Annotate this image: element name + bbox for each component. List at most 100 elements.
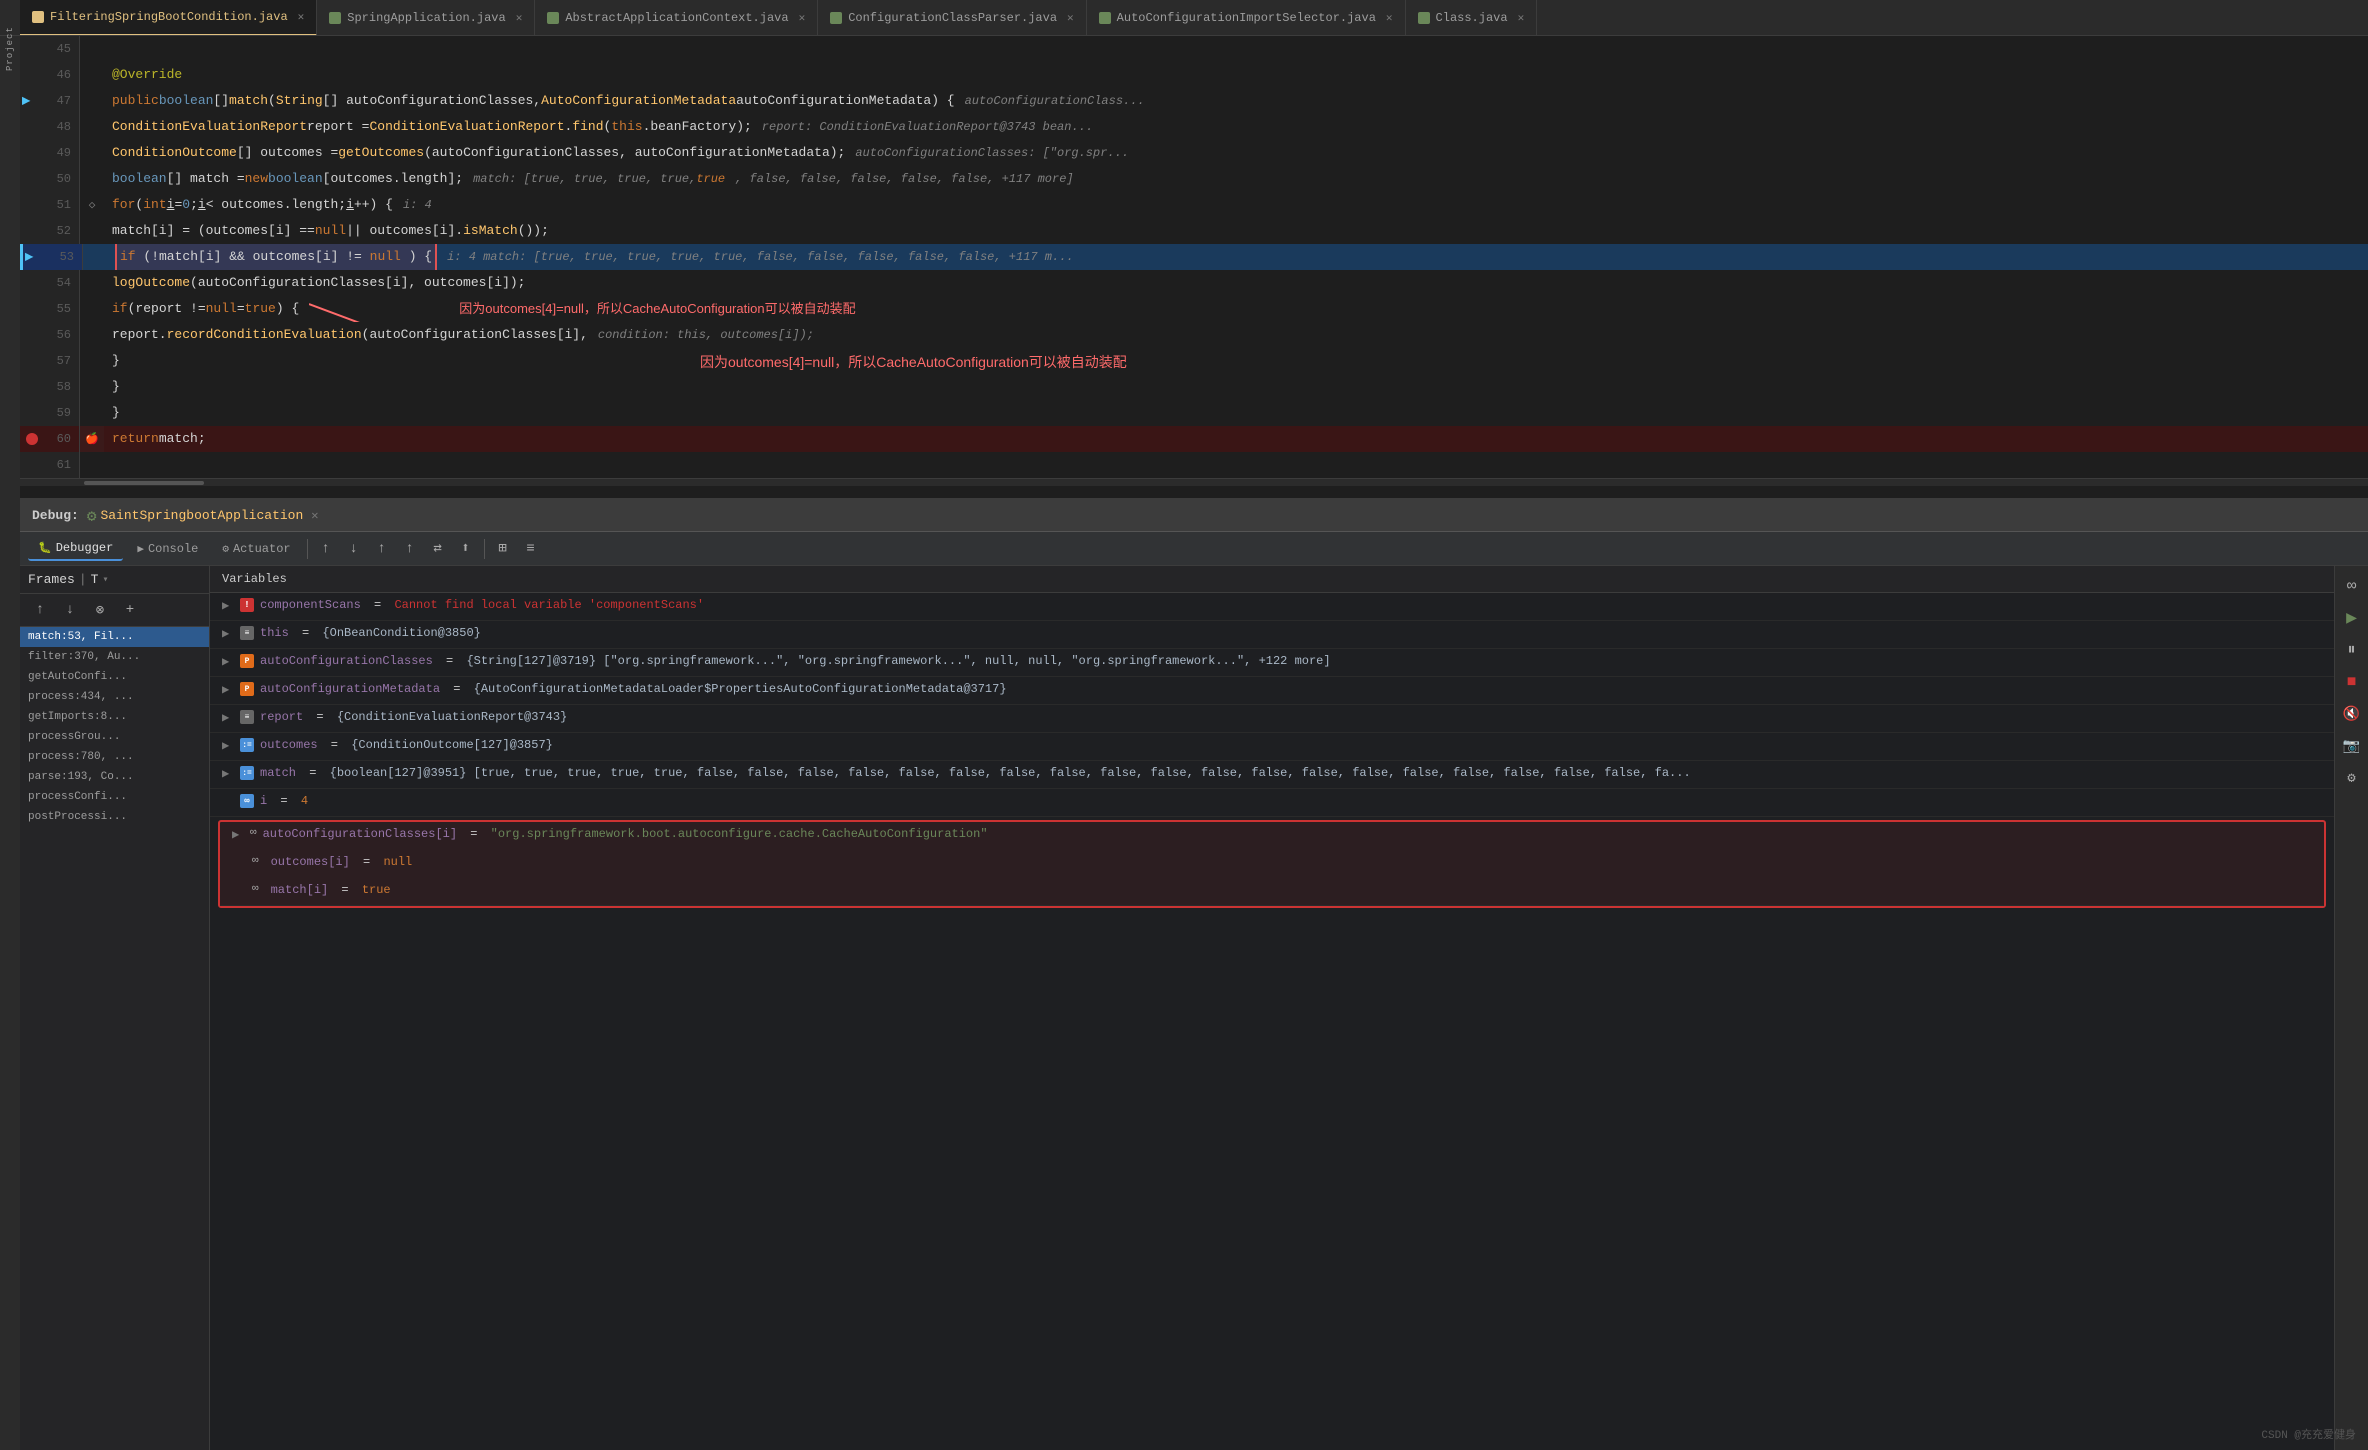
code-line-61: 61: [20, 452, 2368, 478]
code-content-55: if (report != null = true ) {: [104, 296, 2368, 322]
tab-abstract[interactable]: AbstractApplicationContext.java ✕: [535, 0, 818, 36]
thread-dropdown-icon[interactable]: ▾: [102, 574, 108, 586]
gutter-46: [80, 62, 104, 88]
btn-step-into[interactable]: ↓: [342, 537, 366, 561]
gutter-51: ◇: [80, 192, 104, 218]
code-line-49: 49 ConditionOutcome [] outcomes = getOut…: [20, 140, 2368, 166]
tab-class[interactable]: Class.java ✕: [1406, 0, 1538, 36]
gutter-50: [80, 166, 104, 192]
btn-frames-up[interactable]: ↑: [28, 598, 52, 622]
frame-item-8[interactable]: processConfi...: [20, 787, 209, 807]
frame-item-5[interactable]: processGrou...: [20, 727, 209, 747]
expand-acm[interactable]: ▶: [222, 682, 234, 697]
cn-annotation: 因为outcomes[4]=null，所以CacheAutoConfigurat…: [459, 296, 855, 322]
btn-restore-layout[interactable]: ⊞: [491, 537, 515, 561]
expand-componentscans[interactable]: ▶: [222, 598, 234, 613]
tab-spring-application[interactable]: SpringApplication.java ✕: [317, 0, 535, 36]
gutter-47: [80, 88, 104, 114]
btn-resume[interactable]: ▶: [2340, 606, 2364, 630]
code-line-60: 60 🍎 return match;: [20, 426, 2368, 452]
btn-frames-add[interactable]: +: [118, 598, 142, 622]
close-tab-3[interactable]: ✕: [1067, 11, 1074, 25]
spring-icon: ⚙: [87, 506, 97, 526]
btn-step-out[interactable]: ↑: [370, 537, 394, 561]
line-num-59: 59: [20, 400, 80, 426]
expand-acci[interactable]: ▶: [232, 827, 244, 842]
btn-frames-down[interactable]: ↓: [58, 598, 82, 622]
left-sidebar: Project: [0, 36, 20, 1450]
debugger-icon: 🐛: [38, 541, 52, 555]
btn-mute[interactable]: 🔇: [2340, 702, 2364, 726]
gutter-61: [80, 452, 104, 478]
expand-this[interactable]: ▶: [222, 626, 234, 641]
scrollbar-thumb[interactable]: [84, 481, 204, 485]
tab-config-class[interactable]: ConfigurationClassParser.java ✕: [818, 0, 1086, 36]
gutter-52: [80, 218, 104, 244]
frames-sep: |: [79, 572, 87, 587]
btn-stop[interactable]: ■: [2340, 670, 2364, 694]
code-content-53: if (!match[i] && outcomes[i] != null ) {…: [107, 244, 2368, 270]
tab-debugger[interactable]: 🐛 Debugger: [28, 537, 123, 561]
line-num-52: 52: [20, 218, 80, 244]
close-tab-2[interactable]: ✕: [799, 11, 806, 25]
frame-item-0[interactable]: match:53, Fil...: [20, 627, 209, 647]
code-content-58: }: [104, 374, 2368, 400]
code-content-48: ConditionEvaluationReport report = Condi…: [104, 114, 2368, 140]
debug-header: Debug: ⚙ SaintSpringbootApplication ✕: [20, 500, 2368, 532]
btn-pause[interactable]: ⏸: [2340, 638, 2364, 662]
close-tab-4[interactable]: ✕: [1386, 11, 1393, 25]
frame-item-6[interactable]: process:780, ...: [20, 747, 209, 767]
line-num-60: 60: [20, 426, 80, 452]
expand-outcomes[interactable]: ▶: [222, 738, 234, 753]
btn-camera[interactable]: 📷: [2340, 734, 2364, 758]
gutter-60: 🍎: [80, 426, 104, 452]
expand-report[interactable]: ▶: [222, 710, 234, 725]
btn-evaluate[interactable]: ⇄: [426, 537, 450, 561]
gutter-57: [80, 348, 104, 374]
frame-item-9[interactable]: postProcessi...: [20, 807, 209, 827]
frame-item-4[interactable]: getImports:8...: [20, 707, 209, 727]
close-tab-5[interactable]: ✕: [1518, 11, 1525, 25]
line-num-58: 58: [20, 374, 80, 400]
btn-settings[interactable]: ≡: [519, 537, 543, 561]
code-line-57: 57 }: [20, 348, 2368, 374]
frame-item-3[interactable]: process:434, ...: [20, 687, 209, 707]
var-icon-acm: P: [240, 682, 254, 696]
breakpoint-60[interactable]: [26, 433, 38, 445]
code-line-50: 50 boolean [] match = new boolean [outco…: [20, 166, 2368, 192]
code-content-57: }: [104, 348, 2368, 374]
frame-item-7[interactable]: parse:193, Co...: [20, 767, 209, 787]
code-line-54: 54 logOutcome (autoConfigurationClasses[…: [20, 270, 2368, 296]
console-icon: ▶: [137, 542, 144, 556]
line-num-49: 49: [20, 140, 80, 166]
close-tab-1[interactable]: ✕: [516, 11, 523, 25]
close-tab-0[interactable]: ✕: [298, 10, 305, 24]
btn-run-to-cursor[interactable]: ↑: [398, 537, 422, 561]
gutter-54: [80, 270, 104, 296]
var-item-outcomesi: ∞ outcomes[i] = null: [220, 850, 2324, 878]
code-line-58: 58 }: [20, 374, 2368, 400]
btn-step-over[interactable]: ↑: [314, 537, 338, 561]
frame-item-2[interactable]: getAutoConfi...: [20, 667, 209, 687]
horizontal-scrollbar[interactable]: [20, 478, 2368, 486]
tab-actuator[interactable]: ⚙ Actuator: [212, 538, 300, 560]
var-item-acm: ▶ P autoConfigurationMetadata = {AutoCon…: [210, 677, 2334, 705]
debug-content: Frames | T ▾ ↑ ↓ ⊗ + match:53, Fil... fi…: [20, 566, 2368, 1450]
line-num-57: 57: [20, 348, 80, 374]
btn-watch[interactable]: ⬆: [454, 537, 478, 561]
tab-filtering[interactable]: FilteringSpringBootCondition.java ✕: [20, 0, 317, 36]
btn-restore[interactable]: ∞: [2340, 574, 2364, 598]
expand-acc[interactable]: ▶: [222, 654, 234, 669]
var-highlighted-group: ▶ ∞ autoConfigurationClasses[i] = "org.s…: [218, 820, 2326, 908]
frame-item-1[interactable]: filter:370, Au...: [20, 647, 209, 667]
btn-settings-debug[interactable]: ⚙: [2340, 766, 2364, 790]
var-icon-i: ∞: [240, 794, 254, 808]
tab-console[interactable]: ▶ Console: [127, 538, 208, 560]
btn-frames-filter[interactable]: ⊗: [88, 598, 112, 622]
project-icon[interactable]: Project: [1, 40, 19, 58]
expand-match[interactable]: ▶: [222, 766, 234, 781]
close-debug-session[interactable]: ✕: [311, 508, 318, 523]
gutter-45: [80, 36, 104, 62]
var-icon-acci: ∞: [250, 827, 257, 839]
tab-autoconfig[interactable]: AutoConfigurationImportSelector.java ✕: [1087, 0, 1406, 36]
